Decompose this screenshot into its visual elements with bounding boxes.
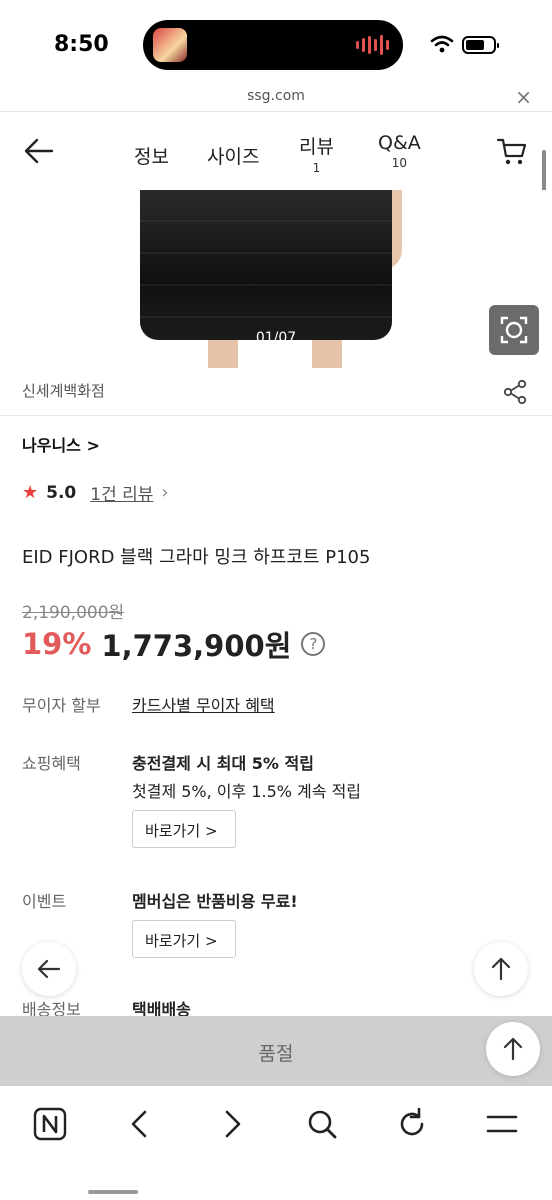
tab-count: 1	[312, 161, 321, 175]
review-count-link[interactable]: 1건 리뷰	[90, 480, 153, 505]
chevron-right-icon[interactable]: ›	[161, 482, 168, 503]
naver-icon[interactable]	[30, 1104, 70, 1144]
chevron-right-icon[interactable]	[212, 1104, 252, 1144]
share-icon[interactable]	[502, 379, 528, 405]
soldout-label: 품절	[258, 1043, 294, 1065]
close-icon[interactable]: ×	[515, 85, 532, 109]
chevron-left-icon[interactable]	[120, 1104, 160, 1144]
back-arrow-icon	[37, 959, 61, 979]
brand-link[interactable]: 나우니스 >	[22, 432, 100, 456]
lens-icon	[500, 316, 528, 344]
tab-label: 정보	[134, 146, 169, 168]
help-icon[interactable]: ?	[301, 632, 326, 656]
audio-wave-icon	[356, 35, 389, 55]
tab-label: 사이즈	[207, 146, 260, 168]
store-name: 신세계백화점	[22, 382, 105, 400]
lens-search-button[interactable]	[489, 305, 539, 355]
back-arrow-icon[interactable]	[22, 136, 56, 166]
tab-info[interactable]: 정보	[134, 142, 169, 169]
now-playing-thumbnail	[153, 28, 187, 62]
menu-icon[interactable]	[482, 1104, 522, 1144]
image-counter: 01/07	[255, 330, 297, 346]
discount-rate: 19%	[22, 627, 92, 661]
star-icon: ★	[22, 482, 39, 503]
tab-count: 10	[391, 156, 408, 170]
tab-label: Q&A	[378, 132, 421, 154]
installment-label: 무이자 할부	[22, 696, 101, 715]
tab-qna[interactable]: Q&A 10	[378, 132, 421, 170]
floating-back-button[interactable]	[22, 942, 76, 996]
rating-score: 5.0	[46, 482, 77, 503]
tab-review[interactable]: 리뷰 1	[299, 132, 334, 175]
cart-icon[interactable]	[496, 136, 528, 166]
dynamic-island	[143, 20, 403, 70]
rating-row: ★ 5.0 1건 리뷰 ›	[22, 480, 169, 505]
event-goto-button[interactable]: 바로가기 >	[132, 920, 236, 958]
wifi-icon	[430, 35, 454, 53]
product-top-nav: 정보 사이즈 리뷰 1 Q&A 10	[0, 112, 552, 190]
soldout-bar: 품절	[0, 1016, 552, 1086]
benefit-desc: 첫결제 5%, 이후 1.5% 계속 적립	[132, 782, 362, 801]
sale-price: 1,773,900원	[101, 629, 292, 663]
original-price: 2,190,000원	[22, 603, 125, 623]
tab-label: 리뷰	[299, 136, 334, 158]
benefit-label: 쇼핑혜택	[22, 754, 81, 773]
store-row: 신세계백화점	[0, 368, 552, 416]
url-text[interactable]: ssg.com	[0, 88, 552, 104]
status-bar: 8:50	[0, 0, 552, 84]
scroll-top-button-bottom[interactable]	[486, 1022, 540, 1076]
mink-coat	[140, 190, 392, 340]
up-arrow-icon	[491, 957, 511, 981]
refresh-icon[interactable]	[392, 1104, 432, 1144]
up-arrow-icon	[503, 1037, 523, 1061]
installment-link[interactable]: 카드사별 무이자 혜택	[132, 692, 275, 716]
benefit-goto-button[interactable]: 바로가기 >	[132, 810, 236, 848]
url-bar[interactable]: ssg.com ×	[0, 84, 552, 112]
status-time: 8:50	[54, 32, 109, 57]
event-label: 이벤트	[22, 892, 67, 911]
event-title: 멤버십은 반품비용 무료!	[132, 892, 298, 911]
price-row: 19% 1,773,900원 ?	[22, 623, 326, 665]
product-title: EID FJORD 블랙 그라마 밍크 하프코트 P105	[22, 547, 371, 568]
browser-toolbar	[0, 1086, 552, 1200]
scroll-top-button[interactable]	[474, 942, 528, 996]
benefit-title: 충전결제 시 최대 5% 적립	[132, 754, 314, 773]
home-indicator[interactable]	[88, 1190, 138, 1194]
search-icon[interactable]	[302, 1104, 342, 1144]
battery-icon	[462, 36, 499, 54]
tab-size[interactable]: 사이즈	[207, 142, 259, 169]
